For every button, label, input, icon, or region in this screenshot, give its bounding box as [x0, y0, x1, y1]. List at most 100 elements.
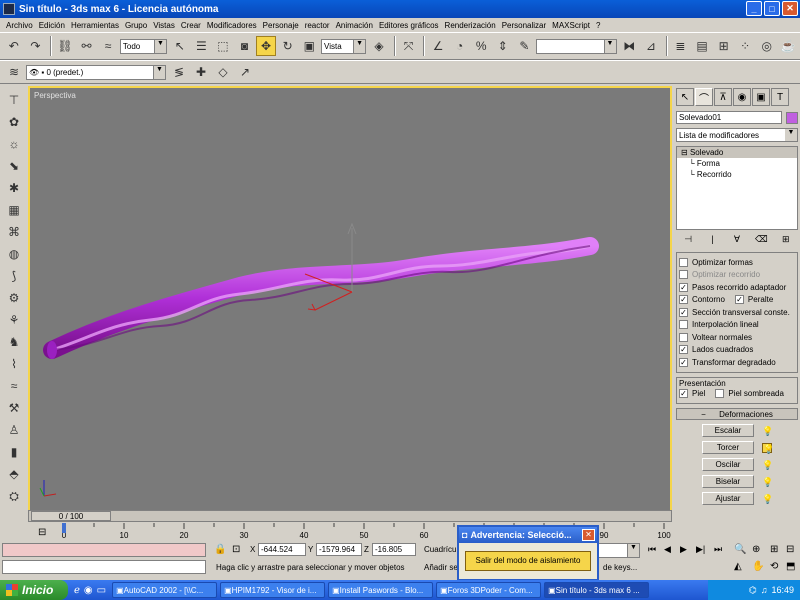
menu-item-1[interactable]: Edición — [37, 21, 69, 30]
y-coordinate-field[interactable]: -1579.964 — [316, 543, 362, 556]
deformation-button[interactable]: Ajustar — [702, 492, 754, 505]
deformations-rollout-header[interactable]: − Deformaciones — [676, 408, 798, 420]
deformation-toggle-icon[interactable]: 💡 — [762, 442, 774, 454]
desktop-icon[interactable]: ▭ — [97, 585, 106, 596]
schematic-view-icon[interactable]: ⊞ — [714, 36, 734, 56]
dynamics-icon[interactable]: ⚙ — [4, 288, 24, 308]
show-end-result-icon[interactable]: | — [705, 234, 721, 248]
biped-icon[interactable]: ♞ — [4, 332, 24, 352]
create-layer-icon[interactable]: ≶ — [169, 62, 189, 82]
reference-coord-select[interactable]: Vista ▼ — [321, 38, 367, 54]
stack-item[interactable]: └ Recorrido — [677, 169, 797, 180]
zoom-all-icon[interactable]: ⊕ — [752, 544, 760, 555]
edit-named-selection-icon[interactable]: ✎ — [515, 36, 535, 56]
option-checkbox[interactable] — [679, 257, 688, 267]
menu-item-11[interactable]: Renderización — [443, 21, 500, 30]
deformation-toggle-icon[interactable]: 💡 — [762, 477, 773, 487]
taskbar-task[interactable]: ▣ Sin título - 3ds max 6 ... — [544, 582, 650, 598]
menu-item-14[interactable]: ? — [594, 21, 604, 30]
menu-item-12[interactable]: Personalizar — [500, 21, 550, 30]
maxscript-listener-pink[interactable] — [2, 543, 206, 557]
taskbar-task[interactable]: ▣ AutoCAD 2002 - [\\C... — [112, 582, 218, 598]
snaps-toggle-icon[interactable]: ∠ — [428, 36, 448, 56]
option-checkbox[interactable]: ✓ — [679, 282, 688, 292]
remove-modifier-icon[interactable]: ⌫ — [753, 234, 769, 248]
mini-curve-editor-icon[interactable]: ⊟ — [38, 527, 46, 538]
pan-icon[interactable]: ✋ — [752, 561, 764, 572]
layer-select[interactable]: 👁 ▪ 0 (predet.) ▼ — [26, 64, 166, 80]
spacewarps-icon[interactable]: ⚘ — [4, 310, 24, 330]
pin-stack-icon[interactable]: ⊣ — [680, 234, 696, 248]
spinner-snap-icon[interactable]: ⇕ — [493, 36, 513, 56]
reactor-icon[interactable]: ⛭ — [4, 486, 24, 506]
walls-icon[interactable]: ⌇ — [4, 354, 24, 374]
wave-icon[interactable]: ≈ — [4, 376, 24, 396]
curve-editor-icon[interactable]: ▤ — [692, 36, 712, 56]
deformation-toggle-icon[interactable]: 💡 — [762, 426, 773, 436]
deformation-toggle-icon[interactable]: 💡 — [762, 460, 773, 470]
option-checkbox[interactable]: ✓ — [679, 345, 688, 355]
modifiers-icon[interactable]: ⚒ — [4, 398, 24, 418]
twisted-rope-object[interactable] — [43, 237, 599, 359]
menu-item-6[interactable]: Modificadores — [205, 21, 261, 30]
render-tools-icon[interactable]: ⬘ — [4, 464, 24, 484]
percent-snap-icon[interactable]: % — [471, 36, 491, 56]
object-color-swatch[interactable] — [786, 111, 798, 124]
set-current-layer-icon[interactable]: ↗ — [235, 62, 255, 82]
bone-tools-icon[interactable]: ⊤ — [4, 90, 24, 110]
option-checkbox[interactable]: ✓ — [679, 307, 688, 317]
option-checkbox[interactable] — [679, 332, 688, 342]
material-editor-icon[interactable]: ⁘ — [735, 36, 755, 56]
dialog-title-bar[interactable]: ◘ Advertencia: Selecció... — [459, 527, 597, 543]
deformation-toggle-icon[interactable]: 💡 — [762, 494, 773, 504]
select-and-scale-icon[interactable]: ▣ — [299, 36, 319, 56]
stack-item[interactable]: ⊟ Solevado — [677, 147, 797, 158]
deformation-button[interactable]: Torcer — [702, 441, 754, 454]
exit-isolation-button[interactable]: Salir del modo de aislamiento — [465, 551, 591, 571]
select-and-move-icon[interactable]: ✥ — [256, 36, 276, 56]
named-selection-sets-select[interactable]: ▼ — [536, 38, 617, 54]
quick-render-icon[interactable]: ☕ — [779, 36, 799, 56]
display-tab-icon[interactable]: ▣ — [752, 88, 770, 106]
key-filters-label[interactable]: de keys... — [603, 563, 637, 572]
menu-item-10[interactable]: Editores gráficos — [377, 21, 443, 30]
lights-icon[interactable]: ☼ — [4, 134, 24, 154]
cameras-icon[interactable]: ⬊ — [4, 156, 24, 176]
nurbs-icon[interactable]: ⟆ — [4, 266, 24, 286]
perspective-viewport[interactable]: Perspectiva — [28, 86, 672, 522]
menu-item-5[interactable]: Crear — [179, 21, 205, 30]
time-slider-thumb[interactable]: 0 / 100 — [31, 511, 111, 521]
play-icon[interactable]: ▶ — [680, 544, 687, 555]
zoom-extents-icon[interactable]: ⊞ — [770, 544, 778, 555]
layers-icon[interactable]: ≋ — [4, 62, 24, 82]
select-manipulate-icon[interactable]: ⤧ — [399, 36, 419, 56]
taskbar-task[interactable]: ▣ Install Paswords - Blo... — [328, 582, 434, 598]
option-checkbox[interactable] — [679, 320, 688, 330]
compound-icon[interactable]: ▦ — [4, 200, 24, 220]
previous-frame-icon[interactable]: ◀ — [664, 544, 671, 555]
character-icon[interactable]: ♙ — [4, 420, 24, 440]
align-icon[interactable]: ⊿ — [641, 36, 661, 56]
angle-snap-icon[interactable]: ◔ — [450, 36, 470, 56]
select-and-rotate-icon[interactable]: ↻ — [278, 36, 298, 56]
key-mode-select[interactable]: ▼ — [598, 543, 640, 558]
tray-volume-icon[interactable]: ♫ — [761, 585, 768, 595]
menu-item-9[interactable]: Animación — [334, 21, 377, 30]
minimize-button[interactable]: _ — [746, 1, 762, 16]
arc-rotate-icon[interactable]: ⟲ — [770, 561, 778, 572]
render-scene-icon[interactable]: ◎ — [757, 36, 777, 56]
shapes-icon[interactable]: ✿ — [4, 112, 24, 132]
configure-modifier-sets-icon[interactable]: ⊞ — [778, 234, 794, 248]
rect-selection-icon[interactable]: ⬚ — [213, 36, 233, 56]
x-coordinate-field[interactable]: -644.524 — [258, 543, 306, 556]
skin-checkbox[interactable]: ✓ — [679, 389, 688, 399]
stack-item[interactable]: └ Forma — [677, 158, 797, 169]
option-checkbox[interactable]: ✓ — [734, 295, 744, 305]
taskbar-task[interactable]: ▣ HPIM1792 - Visor de i... — [220, 582, 326, 598]
close-button[interactable]: ✕ — [782, 1, 798, 16]
menu-item-3[interactable]: Grupo — [123, 21, 151, 30]
absolute-mode-icon[interactable]: ⊡ — [232, 544, 240, 555]
browser-icon[interactable]: ℯ — [74, 585, 80, 596]
maxscript-listener-white[interactable] — [2, 560, 206, 574]
select-by-name-icon[interactable]: ☰ — [192, 36, 212, 56]
